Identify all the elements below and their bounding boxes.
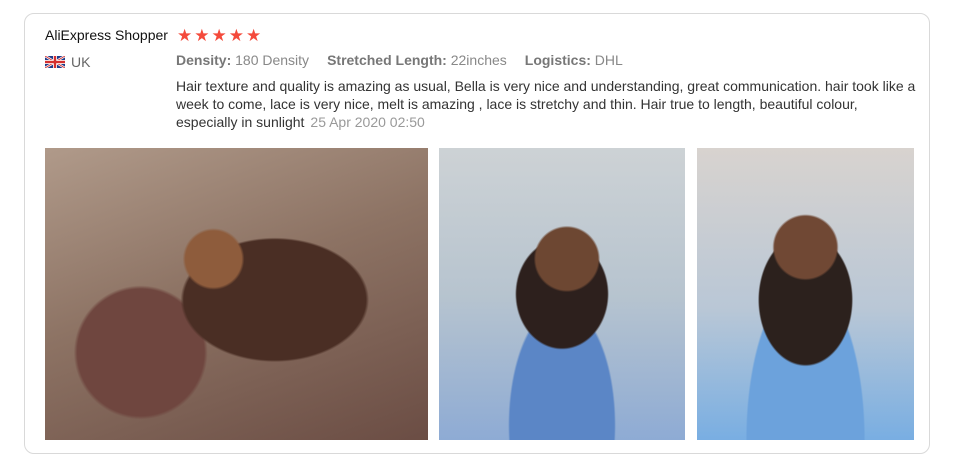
reviewer-country: UK [45, 54, 90, 70]
review-text: Hair texture and quality is amazing as u… [176, 77, 921, 131]
review-body: Hair texture and quality is amazing as u… [176, 78, 916, 130]
density-meta: Density: 180 Density [176, 52, 310, 68]
review-photo-3[interactable] [697, 148, 914, 440]
review-photo-2[interactable] [439, 148, 685, 440]
review-card: AliExpress Shopper ★ ★ ★ ★ ★ UK Density:… [24, 13, 930, 454]
star-icon: ★ [211, 26, 227, 45]
country-label: UK [71, 54, 91, 70]
reviewer-name: AliExpress Shopper [45, 27, 168, 43]
uk-flag-icon [45, 56, 65, 68]
star-icon: ★ [228, 26, 244, 45]
review-meta: Density: 180 Density Stretched Length: 2… [176, 52, 623, 68]
star-icon: ★ [246, 26, 262, 45]
logistics-meta: Logistics: DHL [524, 52, 623, 68]
review-date: 25 Apr 2020 02:50 [310, 114, 425, 130]
star-icon: ★ [194, 26, 210, 45]
star-icon: ★ [177, 26, 193, 45]
review-photo-1[interactable] [45, 148, 428, 440]
length-meta: Stretched Length: 22inches [327, 52, 507, 68]
rating-stars: ★ ★ ★ ★ ★ [177, 26, 261, 46]
